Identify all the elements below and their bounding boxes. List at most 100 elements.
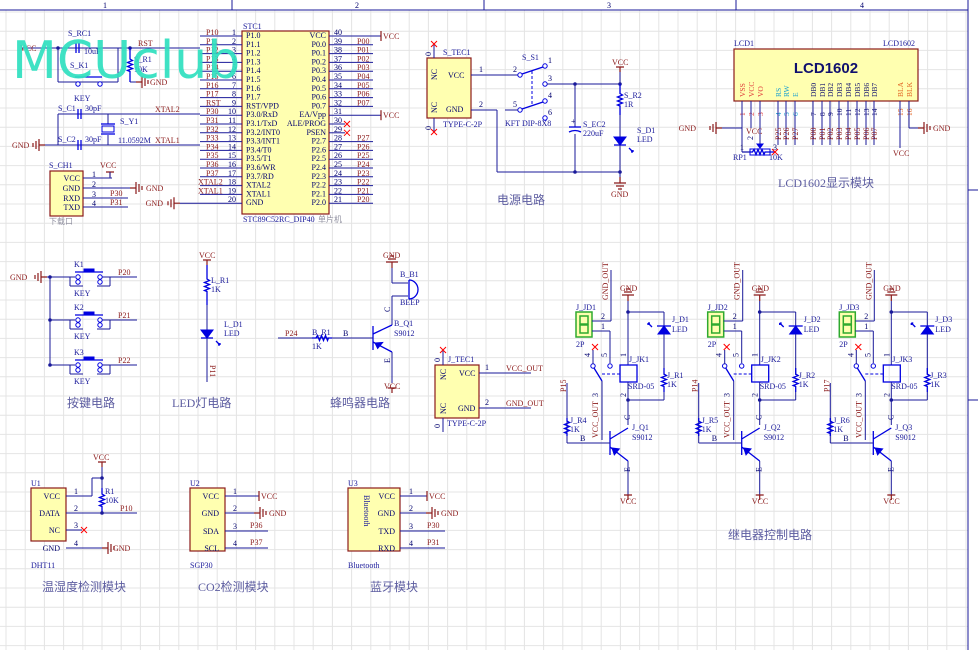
pin-name: ALE/PROG (287, 119, 326, 128)
resistor-value: 1K (702, 425, 712, 434)
net-label: P26 (782, 128, 791, 140)
vcc-symbol-icon (203, 259, 211, 265)
switch-contact (517, 107, 523, 113)
switch-contact (542, 115, 548, 121)
light-emission-icon (779, 322, 785, 328)
pin-number: 6 (548, 108, 552, 117)
pin-name: VCC (459, 369, 475, 378)
resistor-value: 1K (667, 380, 677, 389)
base-label: B (843, 434, 848, 443)
module-inner-label: Bluetooth (362, 495, 371, 527)
pin-number: 1 (864, 322, 868, 331)
relay-switch-lever (856, 367, 866, 382)
led-ref: J_D3 (935, 315, 952, 324)
net-label: P21 (118, 311, 130, 320)
led-value: LED (672, 325, 688, 334)
pin-number: 2 (864, 312, 868, 321)
switch-contact (870, 363, 876, 369)
module-ref: U3 (348, 479, 358, 488)
pin-number: 4 (583, 353, 592, 357)
pin-name: P1.4 (246, 66, 260, 75)
pin-name: GND (378, 509, 396, 518)
net-label: P23 (357, 169, 369, 178)
net-label: P26 (357, 142, 369, 151)
net-label-vcc: VCC (746, 127, 762, 136)
terminal-block-slot (842, 315, 853, 325)
net-label: P36 (206, 160, 218, 169)
net-label: P06 (357, 90, 369, 99)
switch-contact (97, 279, 103, 285)
pin-name: P2.5 (312, 154, 326, 163)
ground-symbol-icon (167, 197, 180, 210)
resistor-value: 1R (624, 100, 634, 109)
pin-name-nc: NC (439, 403, 448, 414)
connector-ref: J_JD1 (576, 303, 596, 312)
module-ref: U2 (190, 479, 200, 488)
net-label: P00 (357, 37, 369, 46)
lcd-pin-name: DB7 (870, 83, 879, 97)
lcd-pin-name: DB4 (844, 83, 853, 97)
switch-contact (97, 362, 103, 368)
transistor-arrow-icon (374, 341, 384, 350)
resistor-value: 1K (312, 342, 322, 351)
pin-name: P3.6/WR (246, 163, 276, 172)
led-ref: J_D1 (672, 315, 689, 324)
net-label-gnd: GND (146, 199, 164, 208)
lcd-pin-name: DB0 (809, 83, 818, 97)
mcuclub-watermark-logo: MCUclub (12, 31, 240, 91)
emitter-label: E (383, 358, 392, 363)
pin-number: 13 (228, 134, 236, 143)
transistor-ref: J_Q3 (895, 423, 912, 432)
light-emission-icon (628, 147, 634, 153)
pin-name: P0.5 (312, 84, 326, 93)
pin-name: P1.2 (246, 49, 260, 58)
crystal-value: 11.0592M (118, 136, 151, 145)
section-title-lcd: LCD1602显示模块 (778, 176, 874, 190)
pin-name: P3.7/RD (246, 172, 274, 181)
switch-contact (738, 363, 745, 369)
transistor-ref: B_Q1 (394, 319, 413, 328)
switch-contact (97, 274, 103, 280)
terminal-block-slot (710, 315, 721, 325)
pin-number: 2 (485, 398, 489, 407)
net-label-vcc: VCC (199, 251, 215, 260)
net-label: P22 (118, 356, 130, 365)
net-label-vcc: VCC (384, 382, 400, 391)
module-value: Bluetooth (348, 561, 380, 570)
led-icon (920, 325, 935, 335)
ground-symbol-icon (709, 122, 722, 134)
section-title-relay: 继电器控制电路 (728, 527, 812, 542)
lcd-pin-name: E (791, 92, 800, 97)
net-label: P25 (357, 151, 369, 160)
switch-contact (542, 63, 548, 69)
key-ref: K2 (74, 303, 84, 312)
pin-name: P2.2 (312, 181, 326, 190)
ground-symbol-icon (32, 139, 45, 151)
switch-contact (853, 363, 859, 369)
junction-dot (573, 170, 577, 174)
net-label: P30 (206, 107, 218, 116)
net-label: P05 (853, 128, 862, 140)
lcd-label: LCD1602 (794, 60, 858, 77)
capacitor-value: 30pF (85, 104, 102, 113)
potentiometer-wiper-icon (756, 143, 764, 149)
switch-contact (97, 317, 103, 323)
pin-name: GND (63, 184, 81, 193)
relay-coil-icon (882, 364, 901, 383)
pin-number: 4 (233, 539, 237, 548)
light-emission-icon (910, 322, 916, 328)
pin-name: VCC (379, 492, 395, 501)
pin-number: 1 (601, 322, 605, 331)
net-label-gnd: GND (933, 124, 951, 133)
resistor-icon (202, 265, 212, 305)
pin-number: 2 (479, 100, 483, 109)
key-button-icon (83, 311, 95, 316)
download-ref: S_CH1 (49, 161, 73, 170)
resistor-ref: J_R1 (667, 371, 683, 380)
junction-dot (100, 476, 104, 480)
transistor-value: S9012 (895, 433, 915, 442)
switch-contact (590, 363, 596, 369)
relay-switch-lever (725, 367, 735, 382)
potentiometer-ref: RP1 (733, 153, 747, 162)
pin-number: 1 (548, 56, 552, 65)
